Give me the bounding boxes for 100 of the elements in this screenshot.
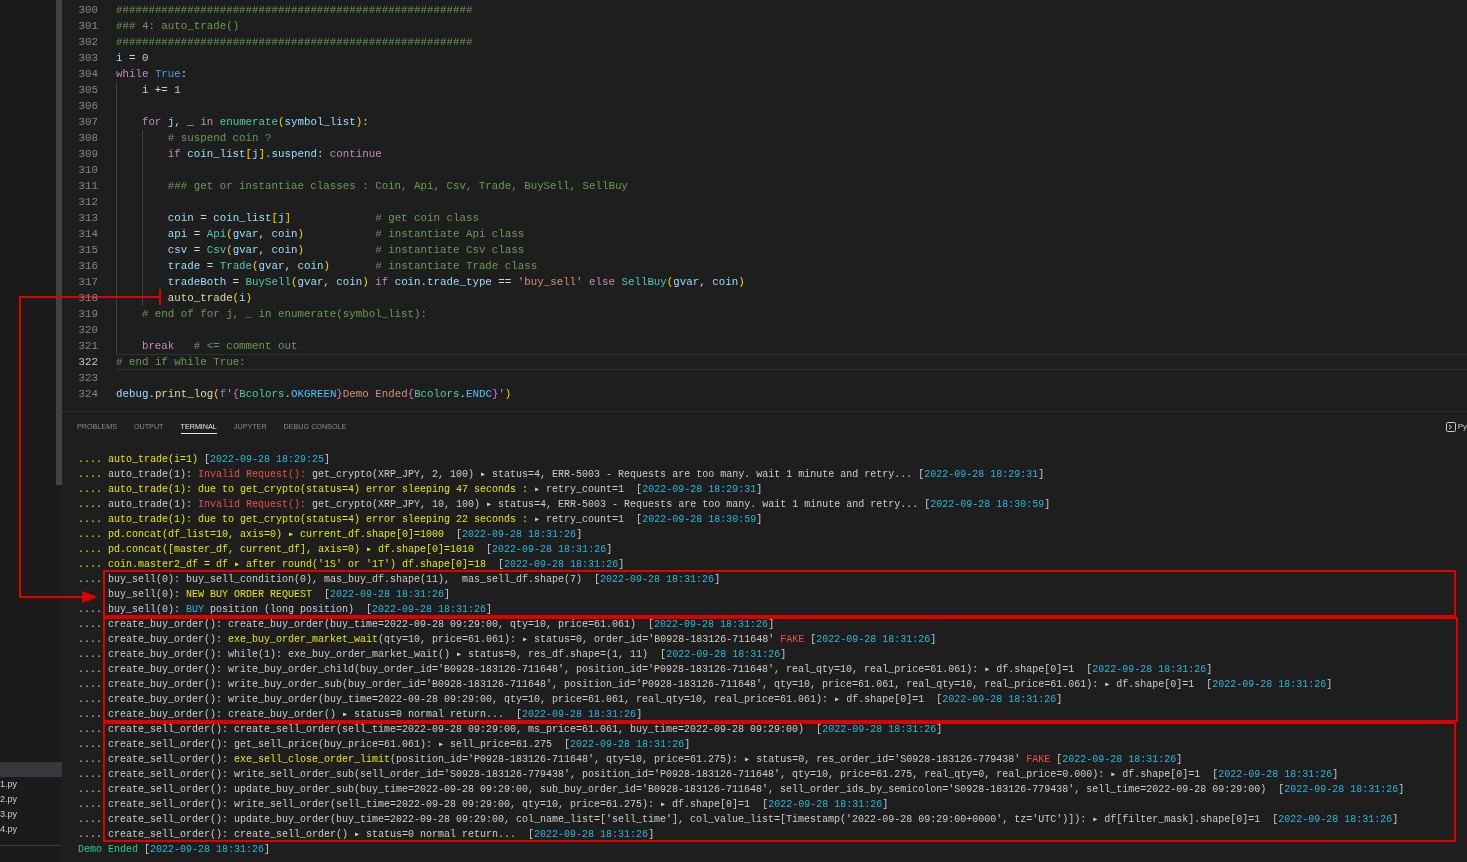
terminal-button[interactable]: Py bbox=[1445, 421, 1467, 432]
line-number: 301 bbox=[78, 19, 98, 34]
line-number: 316 bbox=[78, 259, 98, 274]
line-number: 319 bbox=[78, 307, 98, 322]
line-number: 304 bbox=[78, 67, 98, 82]
line-prefix: .... bbox=[78, 829, 102, 840]
code-line: ####################################################### bbox=[116, 35, 473, 50]
line-number: 300 bbox=[78, 3, 98, 18]
code-line: while True: bbox=[116, 67, 188, 82]
code-line: if coin_list[j].suspend: continue bbox=[167, 147, 382, 162]
line-prefix: .... bbox=[78, 649, 102, 660]
code-line: # suspend coin ? bbox=[167, 131, 272, 146]
terminal-line: create_sell_order(): update_buy_order(buy_time=2022-09-28 09:29:00, col_name_list=['sell_time'], col_value_list=[Timestamp('2022-09-28 09:29:00+0000', tz='UTC')]): ▸ df[filter_mask].shape[0]=1 [2022-09-28 18:31:26] bbox=[108, 813, 1399, 827]
sidebar-item[interactable]: 2.py bbox=[0, 792, 62, 807]
terminal-line: create_sell_order(): write_sell_order_sub(sell_order_id='S0928-183126-779438', position_id='P0928-183126-711648', qty=10, price=61.275, real_qty=0, real_price=0.000): ▸ df.shape[0]=1 [2022-09-28 18:31:26] bbox=[108, 768, 1339, 782]
code-line: trade = Trade(gvar, coin) # instantiate Trade class bbox=[167, 259, 538, 274]
line-number: 303 bbox=[78, 51, 98, 66]
line-prefix: .... bbox=[78, 619, 102, 630]
terminal-line: create_sell_order(): create_sell_order(sell_time=2022-09-28 09:29:00, ms_price=61.061, buy_time=2022-09-28 09:29:00) [2022-09-28 18:31:26] bbox=[108, 723, 943, 737]
code-line: for j, _ in enumerate(symbol_list): bbox=[141, 115, 369, 130]
terminal-line: buy_sell(0): NEW BUY ORDER REQUEST [2022-09-28 18:31:26] bbox=[108, 588, 451, 602]
terminal-line: buy_sell(0): buy_sell_condition(0), mas_buy_df.shape(11), mas_sell_df.shape(7) [2022-09-28 18:31:26] bbox=[108, 573, 721, 587]
terminal-icon bbox=[1445, 421, 1456, 432]
line-prefix: .... bbox=[78, 769, 102, 780]
terminal-line: create_buy_order(): write_buy_order(buy_time=2022-09-28 09:29:00, qty=10, price=61.061, real_qty=10, real_price=61.061): ▸ df.shape[0]=1 [2022-09-28 18:31:26] bbox=[108, 693, 1063, 707]
terminal-line: create_buy_order(): while(1): exe_buy_order_market_wait() ▸ status=0, res_df.shape=(1, 11) [2022-09-28 18:31:26] bbox=[108, 648, 787, 662]
line-number: 309 bbox=[78, 147, 98, 162]
line-number: 324 bbox=[78, 387, 98, 402]
line-number: 323 bbox=[78, 371, 98, 386]
line-prefix: .... bbox=[78, 814, 102, 825]
code-line: coin = coin_list[j] # get coin class bbox=[167, 211, 479, 226]
line-prefix: .... bbox=[78, 709, 102, 720]
code-line: # end if while True: bbox=[116, 355, 246, 370]
terminal-line: Demo Ended [2022-09-28 18:31:26] bbox=[78, 843, 271, 857]
terminal-line: create_buy_order(): create_buy_order(buy_time=2022-09-28 09:29:00, qty=10, price=61.061) [2022-09-28 18:31:26] bbox=[108, 618, 775, 632]
code-line: auto_trade(i) bbox=[167, 291, 253, 306]
line-number: 306 bbox=[78, 99, 98, 114]
line-prefix: .... bbox=[78, 469, 102, 480]
line-prefix: .... bbox=[78, 694, 102, 705]
terminal-line: coin.master2_df = df ▸ after round('1S' or '1T') df.shape[0]=18 [2022-09-28 18:31:26] bbox=[108, 558, 625, 572]
code-line: ### 4: auto_trade() bbox=[116, 19, 240, 34]
sidebar-item[interactable]: 3.py bbox=[0, 807, 62, 822]
line-number: 310 bbox=[78, 163, 98, 178]
line-prefix: .... bbox=[78, 604, 102, 615]
line-number: 308 bbox=[78, 131, 98, 146]
terminal-line: create_buy_order(): exe_buy_order_market_wait(qty=10, price=61.061): ▸ status=0, order_id='B0928-183126-711648' FAKE [2022-09-28 18:31:26] bbox=[108, 633, 937, 647]
line-prefix: .... bbox=[78, 634, 102, 645]
terminal-line: auto_trade(1): Invalid Request(): get_crypto(XRP_JPY, 2, 100) ▸ status=4, ERR-5003 - Requests are too many. wait 1 minute and retry... [2022-09-28 18:29:31] bbox=[108, 468, 1045, 482]
line-number: 305 bbox=[78, 83, 98, 98]
terminal-line: create_buy_order(): write_buy_order_child(buy_order_id='B0928-183126-711648', position_id='P0928-183126-711648', real_qty=10, real_price=61.061): ▸ df.shape[0]=1 [2022-09-28 18:31:26] bbox=[108, 663, 1213, 677]
line-prefix: .... bbox=[78, 799, 102, 810]
terminal-line: create_sell_order(): exe_sell_close_order_limit(position_id='P0928-183126-711648', qty=10, price=61.275): ▸ status=0, res_order_id='S0928-183126-779438' FAKE [2022-09-28 18:31:26] bbox=[108, 753, 1183, 767]
line-number: 317 bbox=[78, 275, 98, 290]
terminal-line: buy_sell(0): BUY position (long position) [2022-09-28 18:31:26] bbox=[108, 603, 493, 617]
line-prefix: .... bbox=[78, 499, 102, 510]
line-number: 313 bbox=[78, 211, 98, 226]
code-line: i += 1 bbox=[141, 83, 181, 98]
line-prefix: .... bbox=[78, 529, 102, 540]
line-prefix: .... bbox=[78, 559, 102, 570]
line-prefix: .... bbox=[78, 544, 102, 555]
line-prefix: .... bbox=[78, 754, 102, 765]
line-prefix: .... bbox=[78, 514, 102, 525]
line-prefix: .... bbox=[78, 724, 102, 735]
sidebar-item[interactable]: 4.py bbox=[0, 822, 62, 837]
code-line: csv = Csv(gvar, coin) # instantiate Csv class bbox=[167, 243, 525, 258]
code-line: ### get or instantiae classes : Coin, Api, Csv, Trade, BuySell, SellBuy bbox=[167, 179, 628, 194]
code-line: # end of for j, _ in enumerate(symbol_list): bbox=[141, 307, 427, 322]
line-prefix: .... bbox=[78, 784, 102, 795]
line-prefix: .... bbox=[78, 484, 102, 495]
sidebar-item[interactable] bbox=[0, 762, 62, 777]
line-prefix: .... bbox=[78, 454, 102, 465]
line-number: 302 bbox=[78, 35, 98, 50]
line-number: 320 bbox=[78, 323, 98, 338]
code-line: i = 0 bbox=[116, 51, 149, 66]
terminal-line: auto_trade(1): Invalid Request(): get_crypto(XRP_JPY, 10, 100) ▸ status=4, ERR-5003 - Requests are too many. wait 1 minute and retry... [2022-09-28 18:30:59] bbox=[108, 498, 1051, 512]
line-prefix: .... bbox=[78, 574, 102, 585]
line-number: 314 bbox=[78, 227, 98, 242]
terminal-line: auto_trade(i=1) [2022-09-28 18:29:25] bbox=[108, 453, 331, 467]
code-line: break # <= comment out bbox=[141, 339, 298, 354]
line-prefix: .... bbox=[78, 739, 102, 750]
line-number: 311 bbox=[78, 179, 98, 194]
terminal-line: auto_trade(1): due to get_crypto(status=4) error sleeping 47 seconds : ▸ retry_count=1 [2022-09-28 18:29:31] bbox=[108, 483, 763, 497]
line-number: 315 bbox=[78, 243, 98, 258]
code-line: ####################################################### bbox=[116, 3, 473, 18]
terminal-line: create_sell_order(): create_sell_order() ▸ status=0 normal return... [2022-09-28 18:31:26] bbox=[108, 828, 655, 842]
line-number: 307 bbox=[78, 115, 98, 130]
code-line: debug.print_log(f'{Bcolors.OKGREEN}Demo Ended{Bcolors.ENDC}') bbox=[116, 387, 512, 402]
line-prefix: .... bbox=[78, 664, 102, 675]
terminal-line: create_sell_order(): update_buy_order_sub(buy_time=2022-09-28 09:29:00, sub_buy_order_id='B0928-183126-711648', sell_order_ids_by_semicolon='S0928-183126-779438', sell_time=2022-09-28 09:29:00) [2022-09-28 18:31:26] bbox=[108, 783, 1405, 797]
terminal-line: auto_trade(1): due to get_crypto(status=4) error sleeping 22 seconds : ▸ retry_count=1 [2022-09-28 18:30:59] bbox=[108, 513, 763, 527]
line-prefix: .... bbox=[78, 679, 102, 690]
terminal-line: create_buy_order(): create_buy_order() ▸ status=0 normal return... [2022-09-28 18:31:26] bbox=[108, 708, 643, 722]
code-line: api = Api(gvar, coin) # instantiate Api class bbox=[167, 227, 525, 242]
sidebar-item[interactable]: 1.py bbox=[0, 777, 62, 792]
terminal-line: pd.concat([master_df, current_df], axis=0) ▸ df.shape[0]=1010 [2022-09-28 18:31:26] bbox=[108, 543, 613, 557]
code-line: tradeBoth = BuySell(gvar, coin) if coin.trade_type == 'buy_sell' else SellBuy(gvar, coin) bbox=[167, 275, 745, 290]
line-number: 322 bbox=[78, 355, 98, 370]
terminal-line: create_sell_order(): get_sell_price(buy_price=61.061): ▸ sell_price=61.275 [2022-09-28 18:31:26] bbox=[108, 738, 691, 752]
line-number: 321 bbox=[78, 339, 98, 354]
line-number: 312 bbox=[78, 195, 98, 210]
